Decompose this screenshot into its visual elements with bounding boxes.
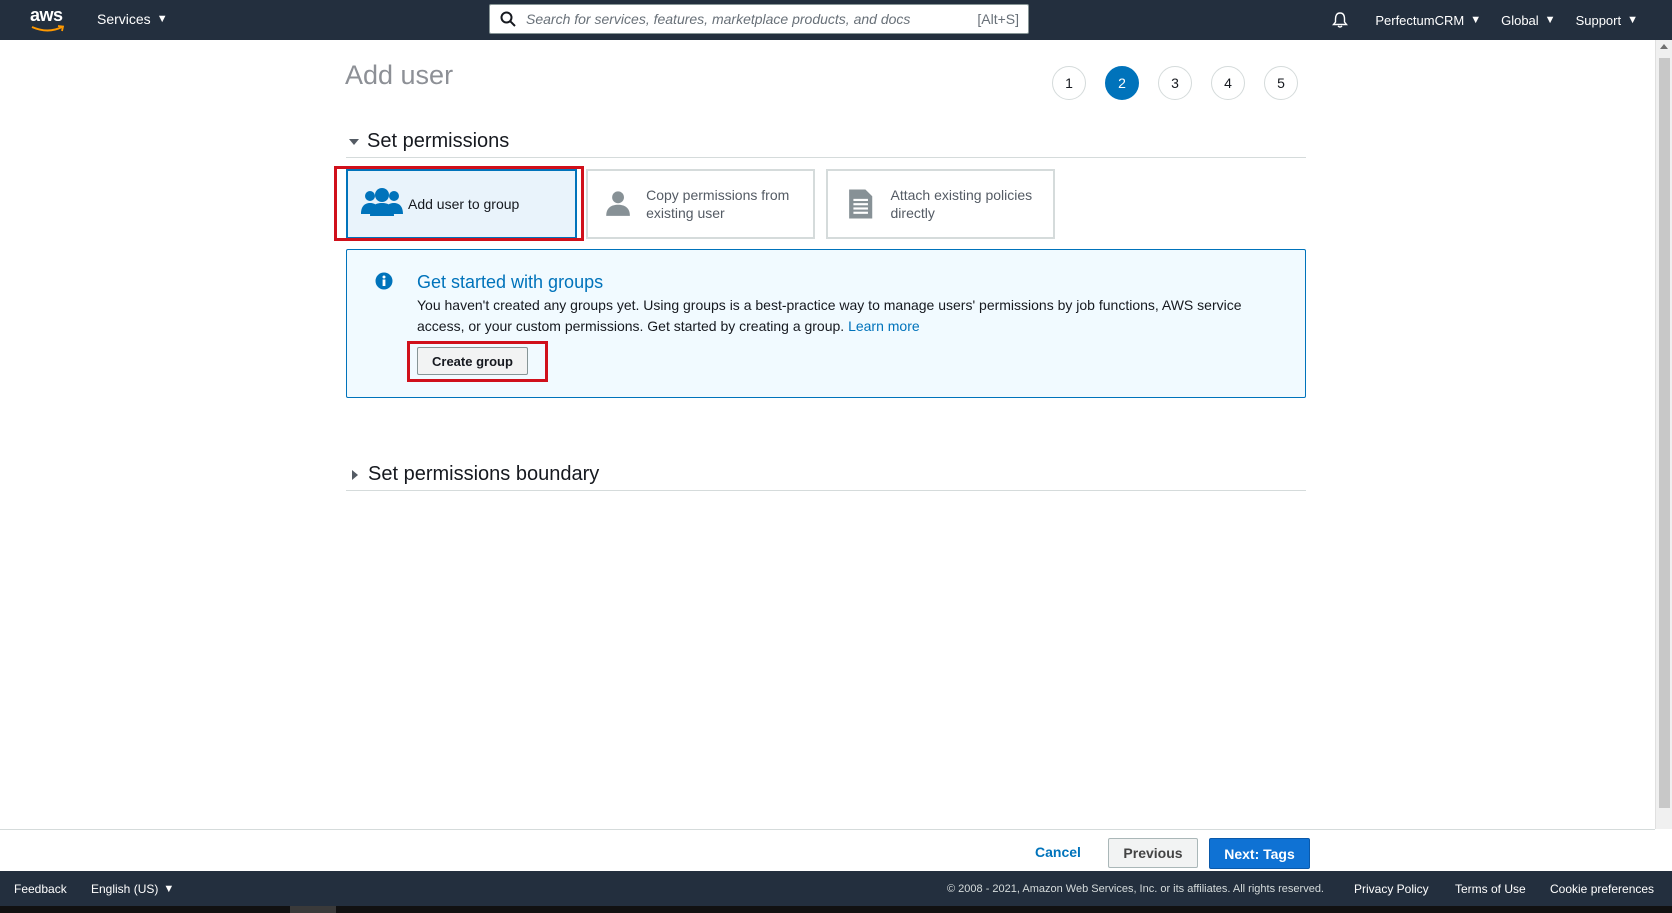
option-add-user-to-group[interactable]: Add user to group	[346, 169, 577, 239]
cancel-button[interactable]: Cancel	[1028, 838, 1088, 866]
aws-smile-icon	[31, 25, 65, 32]
caret-down-icon: ▼	[156, 13, 168, 25]
aws-logo[interactable]: aws	[30, 6, 66, 34]
option-label: Attach existing policies directly	[890, 187, 1033, 221]
aws-logo-text: aws	[30, 5, 63, 25]
privacy-policy-link[interactable]: Privacy Policy	[1354, 882, 1429, 896]
user-icon	[606, 191, 630, 216]
groups-info-box: Get started with groups You haven't crea…	[346, 249, 1306, 398]
taskbar-strip	[0, 906, 1672, 913]
region-label: Global	[1501, 12, 1539, 28]
info-title: Get started with groups	[417, 272, 604, 292]
top-navigation: aws Services ▼ [Alt+S] PerfectumCRM ▼ Gl…	[0, 0, 1672, 40]
set-permissions-boundary-title: Set permissions boundary	[368, 463, 600, 485]
caret-down-icon: ▼	[163, 883, 175, 895]
wizard-step-3[interactable]: 3	[1158, 66, 1192, 100]
bell-icon[interactable]	[1331, 11, 1349, 29]
wizard-action-bar: Cancel Previous Next: Tags	[0, 829, 1655, 871]
language-label: English (US)	[91, 882, 159, 896]
create-group-button[interactable]: Create group	[417, 347, 528, 375]
scrollbar-thumb[interactable]	[1659, 58, 1670, 808]
account-menu[interactable]: PerfectumCRM ▼	[1375, 13, 1481, 28]
set-permissions-title: Set permissions	[367, 130, 510, 152]
nav-right: PerfectumCRM ▼ Global ▼ Support ▼	[1331, 11, 1638, 29]
info-body-text: You haven't created any groups yet. Usin…	[417, 297, 1242, 334]
info-body: You haven't created any groups yet. Usin…	[417, 295, 1267, 337]
page-title: Add user	[345, 60, 454, 90]
scroll-up-arrow-icon[interactable]	[1660, 44, 1668, 49]
info-icon	[375, 272, 393, 290]
wizard-step-5[interactable]: 5	[1264, 66, 1298, 100]
set-permissions-boundary-header[interactable]: Set permissions boundary	[346, 459, 1306, 491]
expanded-triangle-icon	[349, 138, 359, 145]
taskbar-tab	[290, 906, 336, 913]
search-input[interactable]	[526, 11, 978, 27]
search-box[interactable]: [Alt+S]	[489, 4, 1029, 34]
wizard-steps: 1 2 3 4 5	[1052, 66, 1298, 100]
next-tags-button[interactable]: Next: Tags	[1209, 838, 1310, 869]
copyright-text: © 2008 - 2021, Amazon Web Services, Inc.…	[947, 883, 1324, 895]
document-icon	[849, 189, 873, 219]
wizard-step-2[interactable]: 2	[1105, 66, 1139, 100]
terms-of-use-link[interactable]: Terms of Use	[1455, 882, 1526, 896]
caret-down-icon: ▼	[1470, 14, 1482, 26]
option-attach-policies[interactable]: Attach existing policies directly	[826, 169, 1055, 239]
set-permissions-header[interactable]: Set permissions	[346, 126, 1306, 158]
search-icon	[500, 11, 516, 27]
region-menu[interactable]: Global ▼	[1501, 13, 1555, 28]
caret-down-icon: ▼	[1544, 14, 1556, 26]
footer: Feedback English (US) ▼ © 2008 - 2021, A…	[0, 871, 1672, 906]
option-copy-permissions[interactable]: Copy permissions from existing user	[586, 169, 815, 239]
cookie-preferences-link[interactable]: Cookie preferences	[1550, 882, 1654, 896]
collapsed-triangle-icon	[352, 469, 358, 480]
account-label: PerfectumCRM	[1375, 12, 1465, 28]
scrollbar[interactable]	[1655, 40, 1672, 829]
search-shortcut: [Alt+S]	[977, 11, 1019, 27]
wizard-step-4[interactable]: 4	[1211, 66, 1245, 100]
language-selector[interactable]: English (US) ▼	[91, 882, 174, 896]
previous-button[interactable]: Previous	[1108, 838, 1198, 868]
wizard-step-1[interactable]: 1	[1052, 66, 1086, 100]
support-menu[interactable]: Support ▼	[1576, 13, 1638, 28]
feedback-link[interactable]: Feedback	[14, 882, 67, 896]
learn-more-link[interactable]: Learn more	[848, 318, 920, 334]
support-label: Support	[1575, 12, 1622, 28]
option-label: Copy permissions from existing user	[646, 187, 790, 221]
option-label: Add user to group	[408, 196, 520, 212]
caret-down-icon: ▼	[1627, 14, 1638, 26]
group-icon	[361, 188, 403, 216]
services-menu[interactable]: Services ▼	[97, 11, 168, 27]
services-label: Services	[97, 11, 151, 27]
